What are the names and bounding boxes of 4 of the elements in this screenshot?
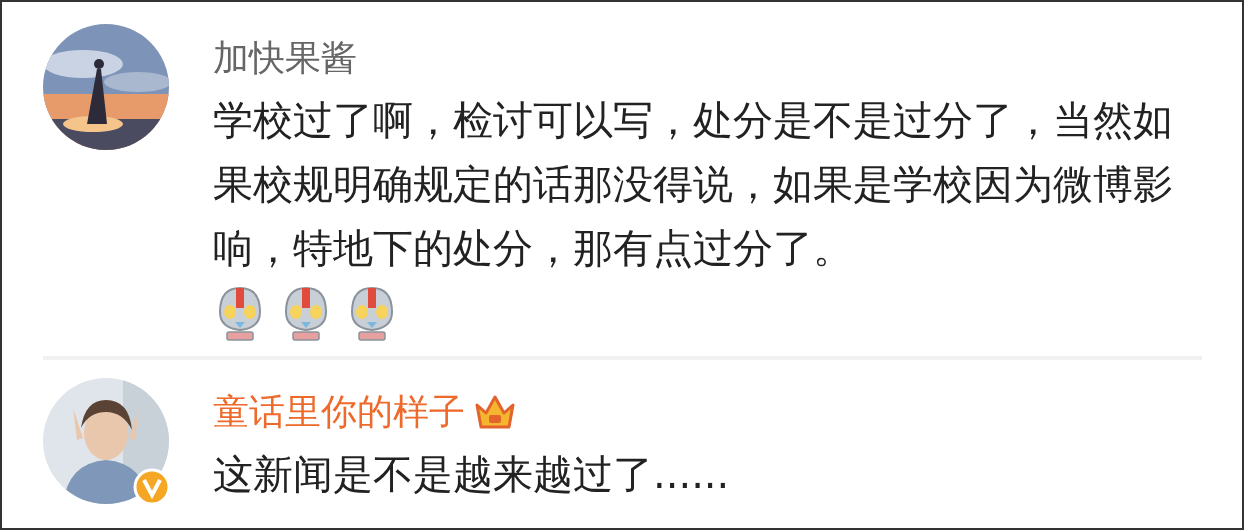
- comment-text: 这新闻是不是越来越过了......: [213, 450, 731, 499]
- comment-text: 学校过了啊，检讨可以写，处分是不是过分了，当然如果校规明确规定的话那没得说，如果是学校因为微博影响，特地下的处分，那有点过分了。: [213, 96, 1174, 273]
- author-name[interactable]: 加快果酱: [213, 33, 357, 83]
- author-name[interactable]: 童话里你的样子: [213, 387, 465, 437]
